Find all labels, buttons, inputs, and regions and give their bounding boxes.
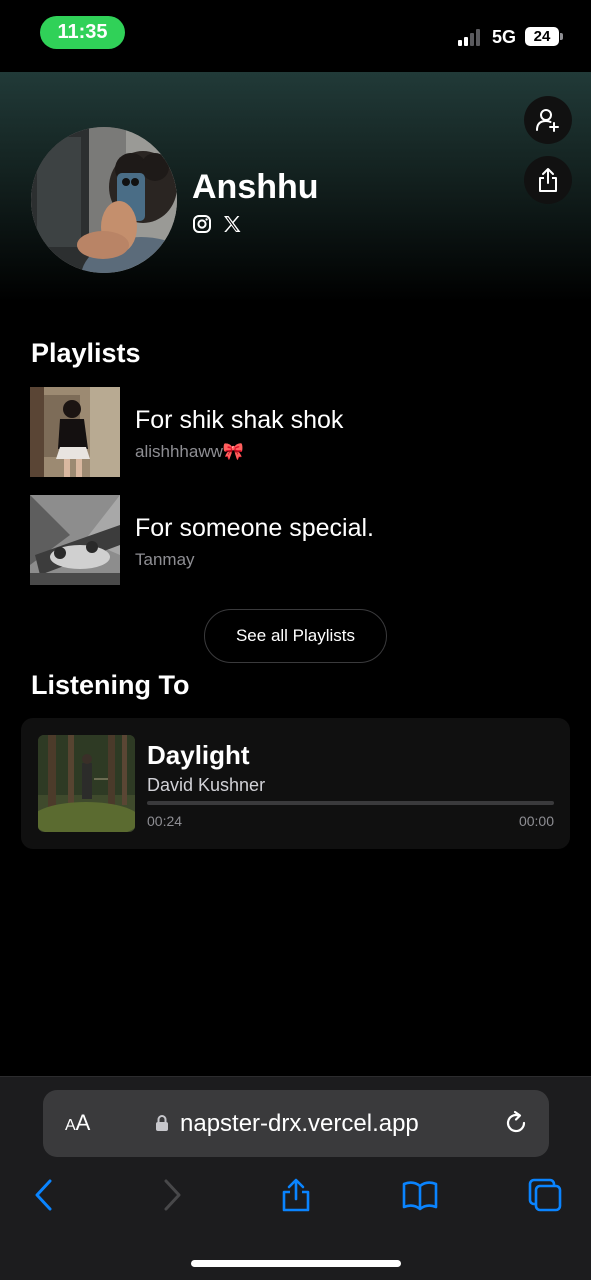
listening-heading: Listening To [31,670,190,700]
playlist-owner: Tanmay [135,550,195,569]
x-twitter-icon[interactable] [222,214,242,234]
instagram-icon[interactable] [192,214,212,234]
playlist-cover [30,495,120,585]
back-icon[interactable] [26,1177,62,1213]
text-size-large: A [75,1110,91,1135]
share-page-icon[interactable] [278,1177,314,1213]
track-artist: David Kushner [147,775,266,795]
elapsed-time: 00:24 [147,813,183,829]
url-text: napster-drx.vercel.app [180,1110,419,1137]
browser-toolbar: AA napster-drx.vercel.app [0,1076,591,1280]
see-all-playlists-button[interactable]: See all Playlists [204,609,387,663]
lock-icon [156,1115,168,1131]
now-playing-card[interactable]: Daylight David Kushner 00:24 00:00 [21,718,570,849]
text-size-small: A [65,1117,76,1134]
add-user-icon [536,109,559,132]
avatar[interactable] [31,127,177,273]
forward-icon[interactable] [154,1177,190,1213]
playlist-item[interactable]: For someone special. Tanmay [30,495,550,585]
profile-name: Anshhu [192,168,319,206]
battery-icon: 24 [525,27,559,46]
address-bar[interactable]: AA napster-drx.vercel.app [43,1090,549,1157]
playlist-name: For shik shak shok [135,406,344,434]
playlist-cover [30,387,120,477]
network-type: 5G [492,27,517,47]
track-title: Daylight [147,740,250,770]
avatar-photo [31,127,177,273]
track-duration: 00:00 [518,813,554,829]
bookmarks-icon[interactable] [402,1177,438,1213]
social-links [192,214,242,234]
share-profile-button[interactable] [524,156,572,204]
playlists-heading: Playlists [31,338,141,368]
share-icon [539,168,557,192]
app-frame: 11:35 5G 24 Anshhu Playlists For shik sh… [0,0,591,1280]
reload-icon[interactable] [503,1110,529,1136]
playlist-item[interactable]: For shik shak shok alishhhaww🎀 [30,387,550,477]
playlist-name: For someone special. [135,514,375,542]
cellular-signal-icon [458,28,484,46]
status-time: 11:35 [40,16,125,49]
progress-bar[interactable] [147,801,554,805]
playlist-owner: alishhhaww🎀 [135,442,245,461]
battery-nub [560,33,563,40]
battery-level: 24 [533,28,551,45]
follow-button[interactable] [524,96,572,144]
home-indicator [191,1260,401,1267]
text-size-button[interactable]: AA [65,1110,90,1136]
tabs-icon[interactable] [527,1177,563,1213]
album-art [38,735,135,832]
status-bar: 11:35 5G 24 [0,0,591,72]
